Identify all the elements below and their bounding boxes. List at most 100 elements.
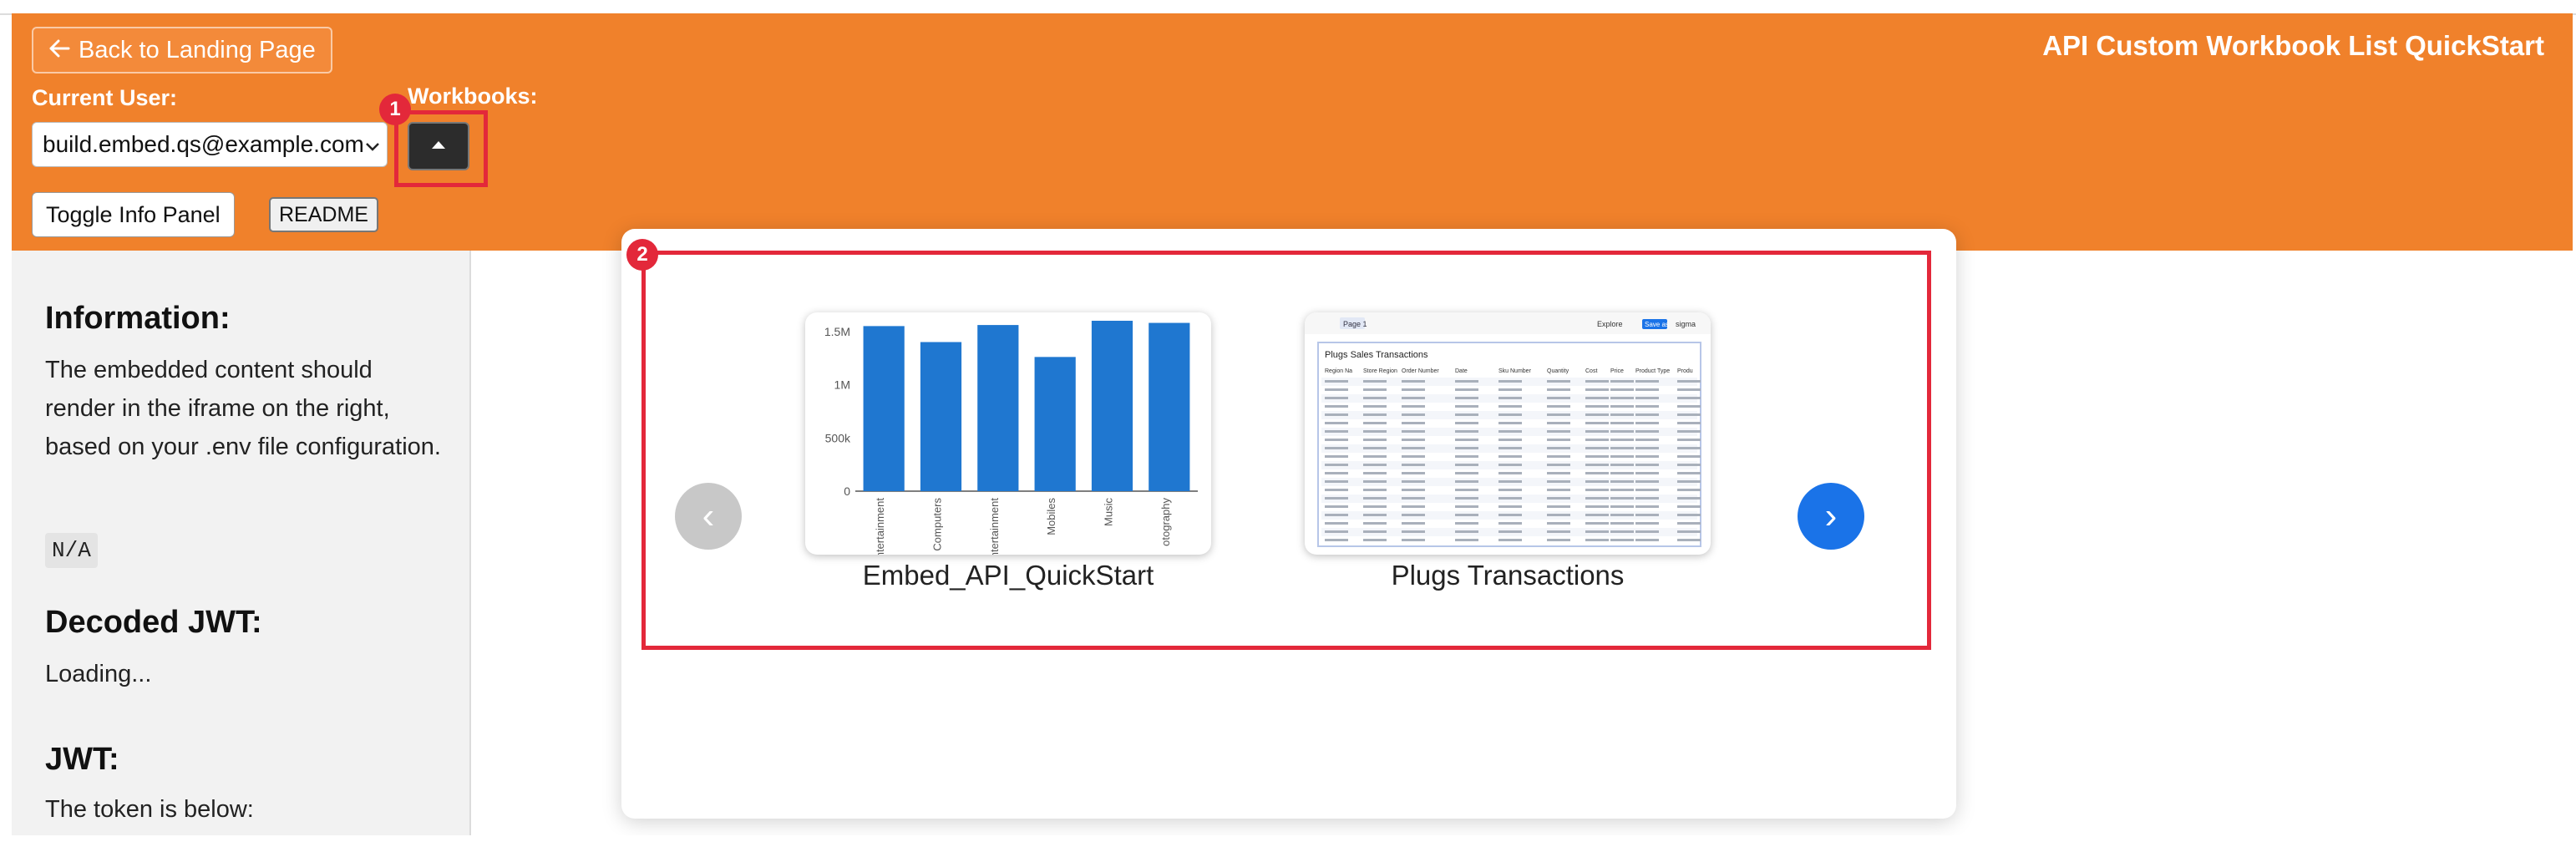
thumb-cell — [1547, 405, 1570, 408]
thumb-cell — [1455, 455, 1478, 458]
thumb-cell — [1325, 480, 1348, 483]
thumb-cell — [1635, 505, 1659, 508]
thumb-cell — [1498, 539, 1522, 541]
bar-1 — [920, 342, 962, 491]
thumb-cell — [1610, 497, 1634, 500]
bar-5 — [1149, 322, 1190, 491]
thumb-cell — [1498, 447, 1522, 449]
thumb-cell — [1677, 455, 1701, 458]
thumb-cell — [1677, 447, 1701, 449]
y-tick-label: 500k — [825, 431, 851, 444]
thumb-cell — [1547, 380, 1570, 383]
thumb-cell — [1547, 439, 1570, 441]
thumb-cell — [1635, 405, 1659, 408]
thumb-cell — [1585, 522, 1609, 525]
thumb-cell — [1547, 522, 1570, 525]
thumb-col-header: Region Na — [1325, 368, 1352, 374]
workbook-card-title[interactable]: Embed_API_QuickStart — [805, 560, 1211, 591]
thumb-cell — [1455, 447, 1478, 449]
thumb-cell — [1610, 422, 1634, 424]
thumb-cell — [1402, 480, 1425, 483]
user-select-value: build.embed.qs@example.com — [43, 131, 364, 157]
thumbnail-table-preview: Page 1 Explore Save as sigma Plugs Sales Tra… — [1305, 312, 1711, 547]
marker-badge-1: 1 — [379, 94, 411, 125]
thumb-cell — [1498, 388, 1522, 391]
thumb-col-header: Produ — [1677, 368, 1693, 374]
thumb-cell — [1402, 464, 1425, 466]
thumb-cell — [1677, 405, 1701, 408]
thumb-cell — [1610, 455, 1634, 458]
readme-button[interactable]: README — [269, 197, 378, 232]
thumb-cell — [1498, 413, 1522, 416]
thumb-cell — [1402, 497, 1425, 500]
thumb-cell — [1325, 430, 1348, 433]
thumb-cell — [1325, 455, 1348, 458]
thumb-cell — [1677, 514, 1701, 516]
thumb-cell — [1455, 405, 1478, 408]
thumb-cell — [1363, 522, 1387, 525]
thumb-cell — [1635, 380, 1659, 383]
thumb-cell — [1402, 405, 1425, 408]
thumb-col-header: Date — [1455, 368, 1468, 374]
current-user-select[interactable]: build.embed.qs@example.com — [32, 122, 388, 167]
thumb-cell — [1610, 489, 1634, 491]
thumb-cell — [1677, 439, 1701, 441]
thumb-cell — [1585, 497, 1609, 500]
bar-0 — [863, 326, 905, 491]
x-tick-label: ntertainment — [874, 498, 886, 555]
thumb-cell — [1547, 480, 1570, 483]
thumb-cell — [1498, 439, 1522, 441]
thumb-cell — [1498, 380, 1522, 383]
thumb-cell — [1610, 514, 1634, 516]
thumb-cell — [1325, 439, 1348, 441]
thumb-cell — [1585, 489, 1609, 491]
thumb-cell — [1585, 405, 1609, 408]
carousel-prev-button[interactable]: ‹ — [675, 483, 742, 550]
thumb-cell — [1325, 413, 1348, 416]
thumb-cell — [1325, 388, 1348, 391]
workbook-card-title[interactable]: Plugs Transactions — [1305, 560, 1711, 591]
thumb-cell — [1325, 472, 1348, 474]
workbook-card-embed-api-quickstart[interactable]: 0 500k 1M 1.5M ntertainment Computers ntertain… — [805, 312, 1211, 555]
thumb-cell — [1363, 480, 1387, 483]
carousel-next-button[interactable]: › — [1798, 483, 1864, 550]
thumb-cell — [1610, 522, 1634, 525]
thumb-cell — [1402, 522, 1425, 525]
bar-2 — [977, 325, 1019, 491]
thumb-cell — [1402, 514, 1425, 516]
thumb-cell — [1325, 447, 1348, 449]
thumb-cell — [1547, 472, 1570, 474]
thumb-cell — [1402, 380, 1425, 383]
thumb-cell — [1585, 530, 1609, 533]
thumb-cell — [1677, 480, 1701, 483]
thumb-cell — [1635, 455, 1659, 458]
thumb-cell — [1363, 430, 1387, 433]
thumb-cell — [1610, 447, 1634, 449]
thumb-cell — [1677, 539, 1701, 541]
thumb-cell — [1610, 439, 1634, 441]
thumb-cell — [1610, 413, 1634, 416]
thumbnail-bar-chart: 0 500k 1M 1.5M ntertainment Computers ntertain… — [824, 321, 1198, 555]
thumb-cell — [1677, 397, 1701, 399]
thumb-cell — [1610, 530, 1634, 533]
thumb-cell — [1677, 472, 1701, 474]
thumb-cell — [1677, 422, 1701, 424]
highlight-box-1 — [394, 110, 488, 187]
thumb-cell — [1325, 422, 1348, 424]
info-sidebar: Information: The embedded content should… — [12, 251, 471, 835]
thumb-cell — [1677, 388, 1701, 391]
x-tick-label: Computers — [931, 498, 944, 551]
thumb-cell — [1455, 505, 1478, 508]
thumb-cell — [1585, 439, 1609, 441]
back-to-landing-button[interactable]: Back to Landing Page — [32, 27, 332, 74]
thumb-cell — [1498, 505, 1522, 508]
thumb-cell — [1498, 455, 1522, 458]
thumb-cell — [1363, 472, 1387, 474]
workbook-card-plugs-transactions[interactable]: Page 1 Explore Save as sigma Plugs Sales Tra… — [1305, 312, 1711, 555]
toggle-info-panel-button[interactable]: Toggle Info Panel — [32, 192, 235, 237]
thumb-table-title: Plugs Sales Transactions — [1325, 350, 1428, 360]
thumb-cell — [1610, 464, 1634, 466]
thumb-cell — [1498, 397, 1522, 399]
thumb-cell — [1325, 405, 1348, 408]
thumb-cell — [1363, 539, 1387, 541]
